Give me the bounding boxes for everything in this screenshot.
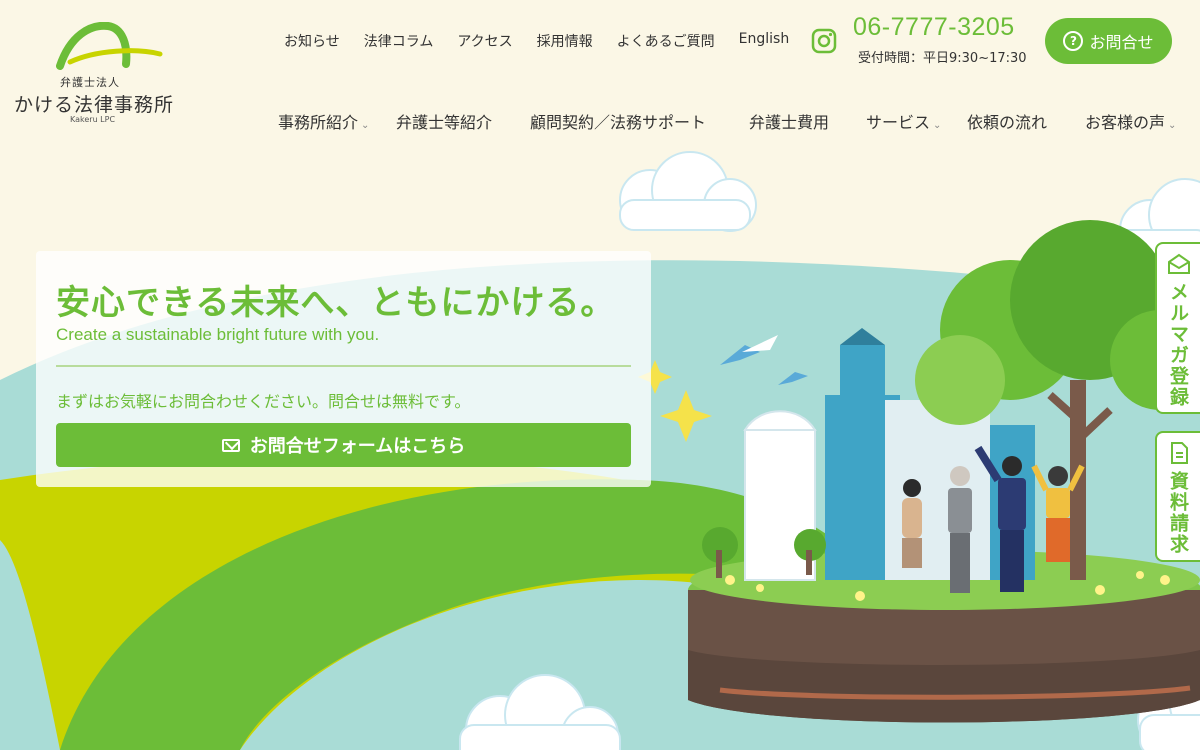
document-request-tab[interactable]: 資料請求: [1155, 431, 1200, 562]
logo-name: かける法律事務所: [14, 94, 175, 116]
document-icon: [1170, 442, 1188, 464]
top-nav-access[interactable]: アクセス: [457, 31, 512, 51]
contact-button-label: お問合せ: [1089, 33, 1154, 52]
site-header: 弁護士法人 かける法律事務所 Kakeru LPC お知らせ 法律コラム アクセ…: [0, 0, 1200, 150]
nav-item-lawyers[interactable]: 弁護士等紹介: [396, 109, 492, 133]
hero-card: 安心できる未来へ、ともにかける。 Create a sustainable br…: [36, 251, 651, 487]
hero-subtitle: Create a sustainable bright future with …: [56, 325, 380, 344]
hero-note: まずはお気軽にお問合わせください。問合せは無料です。: [56, 392, 471, 411]
logo-mark-icon: [56, 22, 163, 70]
contact-button[interactable]: ? お問合せ: [1045, 18, 1172, 64]
nav-item-label: 依頼の流れ: [967, 113, 1048, 132]
nav-item-label: サービス: [866, 113, 931, 132]
contact-form-button[interactable]: お問合せフォームはこちら: [56, 423, 631, 467]
nav-item-voices[interactable]: お客様の声 ⌄: [1085, 109, 1176, 133]
mail-magazine-tab[interactable]: メルマガ登録: [1155, 242, 1200, 414]
site-logo[interactable]: 弁護士法人 かける法律事務所 Kakeru LPC: [12, 22, 175, 132]
top-nav-column[interactable]: 法律コラム: [364, 31, 434, 51]
business-hours: 受付時間：平日9:30~17:30: [858, 51, 1027, 66]
top-nav-english[interactable]: English: [739, 31, 790, 51]
nav-item-label: お客様の声: [1085, 113, 1166, 132]
hero-divider: [56, 365, 631, 367]
logo-english: Kakeru LPC: [70, 115, 116, 124]
phone-number[interactable]: 06-7777-3205: [853, 13, 1015, 42]
question-icon: ?: [1063, 31, 1084, 51]
nav-item-label: 事務所紹介: [278, 113, 359, 132]
contact-form-button-label: お問合せフォームはこちら: [249, 436, 466, 457]
nav-item-label: 弁護士等紹介: [396, 113, 493, 132]
document-request-label: 資料請求: [1167, 471, 1189, 555]
nav-item-fees[interactable]: 弁護士費用: [749, 109, 829, 133]
chevron-down-icon: ⌄: [933, 120, 942, 131]
chevron-down-icon: ⌄: [1168, 120, 1177, 131]
nav-item-services[interactable]: サービス ⌄: [866, 109, 941, 133]
top-nav-news[interactable]: お知らせ: [284, 31, 340, 51]
top-nav-faq[interactable]: よくあるご質問: [617, 31, 715, 51]
mail-icon: [221, 438, 240, 452]
nav-item-label: 弁護士費用: [749, 113, 830, 132]
mail-magazine-label: メルマガ登録: [1167, 282, 1189, 408]
instagram-icon[interactable]: [811, 28, 837, 54]
hero-title: 安心できる未来へ、ともにかける。: [56, 283, 616, 323]
chevron-down-icon: ⌄: [361, 120, 370, 131]
nav-item-label: 顧問契約／法務サポート: [530, 113, 707, 132]
nav-item-office[interactable]: 事務所紹介 ⌄: [278, 109, 369, 133]
nav-item-flow[interactable]: 依頼の流れ: [967, 109, 1047, 133]
nav-item-advisory[interactable]: 顧問契約／法務サポート: [530, 109, 706, 133]
logo-subtitle: 弁護士法人: [60, 76, 120, 89]
top-nav: お知らせ 法律コラム アクセス 採用情報 よくあるご質問 English: [284, 31, 813, 51]
top-nav-recruit[interactable]: 採用情報: [537, 31, 593, 51]
envelope-icon: [1167, 253, 1190, 274]
